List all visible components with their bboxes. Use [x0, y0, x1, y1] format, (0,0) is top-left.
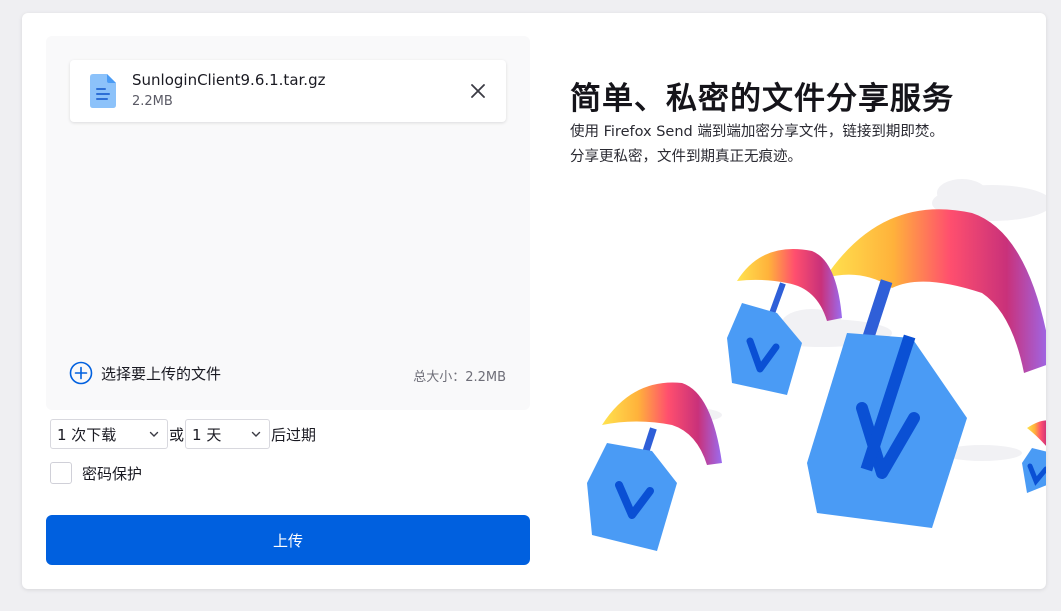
parachute-small — [1022, 420, 1046, 493]
downloads-value: 1 次下载 — [57, 425, 117, 444]
close-icon — [471, 84, 485, 98]
document-icon — [90, 74, 116, 108]
parachute-illustration — [587, 179, 1046, 551]
password-option[interactable]: 密码保护 — [50, 462, 142, 484]
parachute-large — [807, 209, 1046, 528]
chevron-down-icon — [149, 431, 159, 437]
days-select[interactable]: 1 天 — [185, 419, 271, 449]
file-name: SunloginClient9.6.1.tar.gz — [132, 71, 326, 89]
chevron-down-icon — [251, 431, 261, 437]
send-card: SunloginClient9.6.1.tar.gz 2.2MB 选择要上传的文… — [22, 13, 1046, 589]
add-circle-icon — [69, 361, 93, 385]
expire-suffix: 后过期 — [271, 425, 317, 444]
add-file-button[interactable]: 选择要上传的文件 — [69, 361, 221, 385]
file-size: 2.2MB — [132, 94, 173, 109]
days-value: 1 天 — [192, 425, 222, 444]
page-title: 简单、私密的文件分享服务 — [570, 81, 954, 117]
upload-button[interactable]: 上传 — [46, 515, 530, 565]
remove-file-button[interactable] — [466, 79, 490, 103]
password-checkbox[interactable] — [50, 462, 72, 484]
total-size: 总大小：2.2MB — [413, 370, 506, 385]
upload-drop-area[interactable]: SunloginClient9.6.1.tar.gz 2.2MB 选择要上传的文… — [46, 36, 530, 410]
downloads-select[interactable]: 1 次下载 — [50, 419, 168, 449]
expiry-options: 1 次下载 或 1 天 后过期 — [50, 418, 317, 450]
or-label: 或 — [169, 425, 185, 444]
add-file-label: 选择要上传的文件 — [101, 364, 222, 383]
parachute-medium-bottom — [587, 382, 722, 551]
password-label: 密码保护 — [82, 464, 143, 483]
file-item: SunloginClient9.6.1.tar.gz 2.2MB — [70, 60, 506, 122]
